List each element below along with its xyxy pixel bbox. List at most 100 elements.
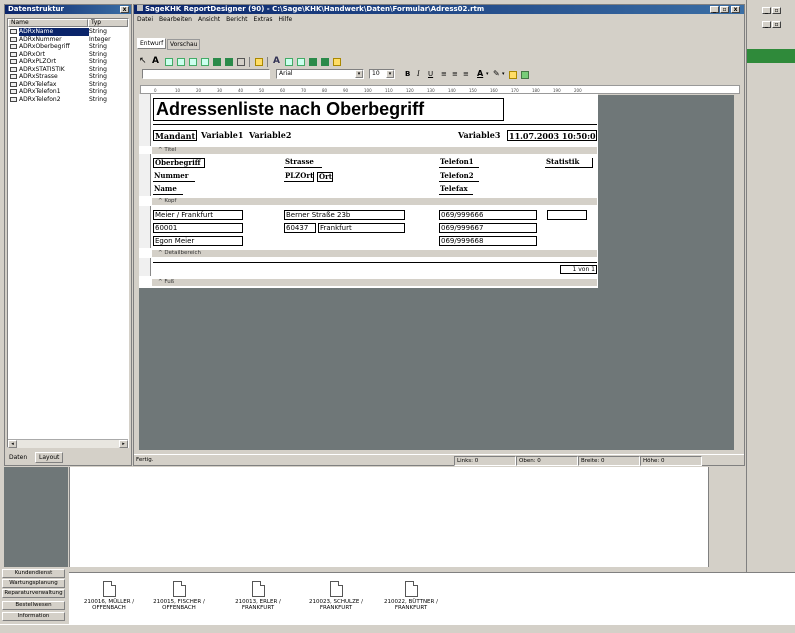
field-row[interactable]: ADRxTelefon1 String: [10, 88, 128, 96]
host-minimize-button[interactable]: _: [762, 7, 771, 14]
image-tool-icon[interactable]: [213, 58, 221, 66]
variable1-field[interactable]: Variable1: [200, 130, 246, 141]
column-header-name[interactable]: Name: [8, 19, 88, 27]
nav-bestellwesen[interactable]: Bestellwesen: [2, 601, 65, 610]
calc-tool-icon[interactable]: [201, 58, 209, 66]
bring-to-front-icon[interactable]: [509, 71, 517, 79]
label-tool-icon[interactable]: A: [152, 56, 159, 66]
datastructure-close-button[interactable]: x: [120, 6, 129, 13]
lock-icon[interactable]: [255, 58, 263, 66]
detail-nummer[interactable]: 60001: [153, 223, 243, 233]
menu-bericht[interactable]: Bericht: [226, 16, 247, 24]
chevron-down-icon[interactable]: ▾: [355, 70, 363, 78]
header-strasse[interactable]: Strasse: [284, 158, 322, 168]
align-center-icon[interactable]: ≡: [452, 70, 458, 78]
header-statistik[interactable]: Statistik: [545, 158, 593, 168]
host-restore-button-2[interactable]: ▫: [772, 21, 781, 28]
detail-plz[interactable]: 60437: [284, 223, 316, 233]
nav-kundendienst[interactable]: Kundendienst: [2, 569, 65, 578]
chevron-down-icon[interactable]: ▾: [502, 71, 505, 77]
underline-icon[interactable]: U: [428, 70, 433, 78]
document-item[interactable]: 210015, FISCHER / OFFENBACH: [146, 581, 212, 611]
document-item[interactable]: 210023, SCHULZE / FRANKFURT: [303, 581, 369, 611]
field-row[interactable]: ADRxPLZOrt String: [10, 58, 128, 66]
detail-ort[interactable]: Frankfurt: [318, 223, 405, 233]
font-name-select[interactable]: Arial ▾: [276, 69, 364, 79]
scroll-left-button[interactable]: ◂: [8, 440, 17, 448]
variable3-field[interactable]: Variable3: [457, 130, 505, 141]
datetime-field[interactable]: 11.07.2003 10:50:01: [507, 130, 597, 141]
align-left-icon[interactable]: ≡: [441, 70, 447, 78]
designer-close-button[interactable]: x: [731, 6, 740, 13]
tab-entwurf[interactable]: Entwurf: [137, 38, 167, 49]
field-row[interactable]: ADRxTelefax String: [10, 81, 128, 89]
dbmemo-tool-icon[interactable]: [285, 58, 293, 66]
column-header-type[interactable]: Typ: [88, 19, 128, 27]
font-color-icon[interactable]: A: [477, 69, 483, 78]
bold-icon[interactable]: B: [405, 70, 410, 78]
mandant-label[interactable]: Mandant:: [153, 130, 197, 141]
richtext-tool-icon[interactable]: [189, 58, 197, 66]
detail-telefax[interactable]: 069/999668: [439, 236, 537, 246]
field-row[interactable]: ADRxOrt String: [10, 51, 128, 59]
detail-name[interactable]: Egon Meier: [153, 236, 243, 246]
dbimage-tool-icon[interactable]: [321, 58, 329, 66]
dblabel-tool-icon[interactable]: A: [273, 56, 280, 66]
report-heading[interactable]: Adressenliste nach Oberbegriff: [153, 98, 504, 121]
document-item[interactable]: 210016, MÜLLER / OFFENBACH: [76, 581, 142, 611]
tab-daten[interactable]: Daten: [9, 454, 27, 461]
chevron-down-icon[interactable]: ▾: [486, 71, 489, 77]
detail-statistik[interactable]: [547, 210, 587, 220]
menu-bearbeiten[interactable]: Bearbeiten: [159, 16, 192, 24]
host-minimize-button-2[interactable]: _: [762, 21, 771, 28]
detail-telefon2[interactable]: 069/999667: [439, 223, 537, 233]
dbbarcode-tool-icon[interactable]: [333, 58, 341, 66]
document-item[interactable]: 210022, BÜTTNER / FRANKFURT: [378, 581, 444, 611]
menu-ansicht[interactable]: Ansicht: [198, 16, 220, 24]
pointer-tool-icon[interactable]: ↖: [139, 56, 147, 66]
nav-information[interactable]: Information: [2, 612, 65, 621]
header-telefon2[interactable]: Telefon2: [439, 172, 479, 182]
field-row[interactable]: ADRxOberbegriff String: [10, 43, 128, 51]
field-row[interactable]: ADRxStrasse String: [10, 73, 128, 81]
nav-reparaturverwaltung[interactable]: Reparaturverwaltung: [2, 589, 65, 598]
menu-hilfe[interactable]: Hilfe: [279, 16, 293, 24]
header-telefax[interactable]: Telefax: [439, 185, 473, 195]
detail-oberbegriff[interactable]: Meier / Frankfurt: [153, 210, 243, 220]
memo-tool-icon[interactable]: [177, 58, 185, 66]
document-item[interactable]: 210013, ERLER / FRANKFURT: [225, 581, 291, 611]
field-row[interactable]: ADRxName String: [10, 28, 128, 36]
header-ort[interactable]: Ort: [317, 172, 333, 182]
italic-icon[interactable]: I: [417, 70, 420, 78]
nav-wartungsplanung[interactable]: Wartungsplanung: [2, 579, 65, 588]
host-restore-button[interactable]: ▫: [772, 7, 781, 14]
variable2-field[interactable]: Variable2: [248, 130, 294, 141]
header-name[interactable]: Name: [153, 185, 183, 195]
header-telefon1[interactable]: Telefon1: [439, 158, 479, 168]
dbcalc-tool-icon[interactable]: [309, 58, 317, 66]
header-oberbegriff[interactable]: Oberbegriff: [153, 158, 205, 168]
highlight-color-icon[interactable]: ✎: [493, 69, 500, 78]
field-row[interactable]: ADRxSTATISTIK String: [10, 66, 128, 74]
component-select[interactable]: [142, 69, 270, 79]
menu-extras[interactable]: Extras: [254, 16, 273, 24]
font-size-select[interactable]: 10 ▾: [369, 69, 395, 79]
dbrichtext-tool-icon[interactable]: [297, 58, 305, 66]
align-right-icon[interactable]: ≡: [463, 70, 469, 78]
page-number-field[interactable]: 1 von 1: [560, 265, 597, 274]
detail-telefon1[interactable]: 069/999666: [439, 210, 537, 220]
chevron-down-icon[interactable]: ▾: [386, 70, 394, 78]
datastructure-list[interactable]: Name Typ ADRxName String ADRxNummer Intege…: [7, 18, 129, 448]
horizontal-scrollbar[interactable]: ◂ ▸: [8, 439, 128, 448]
dbtext-tool-icon[interactable]: [165, 58, 173, 66]
header-plzort[interactable]: PLZOrt: [284, 172, 314, 182]
designer-maximize-button[interactable]: ▫: [720, 6, 729, 13]
tab-vorschau[interactable]: Vorschau: [167, 39, 201, 50]
send-to-back-icon[interactable]: [521, 71, 529, 79]
detail-strasse[interactable]: Berner Straße 23b: [284, 210, 405, 220]
scroll-right-button[interactable]: ▸: [119, 440, 128, 448]
designer-minimize-button[interactable]: _: [710, 6, 719, 13]
shape-tool-icon[interactable]: [225, 58, 233, 66]
menu-datei[interactable]: Datei: [137, 16, 153, 24]
field-row[interactable]: ADRxNummer Integer: [10, 36, 128, 44]
